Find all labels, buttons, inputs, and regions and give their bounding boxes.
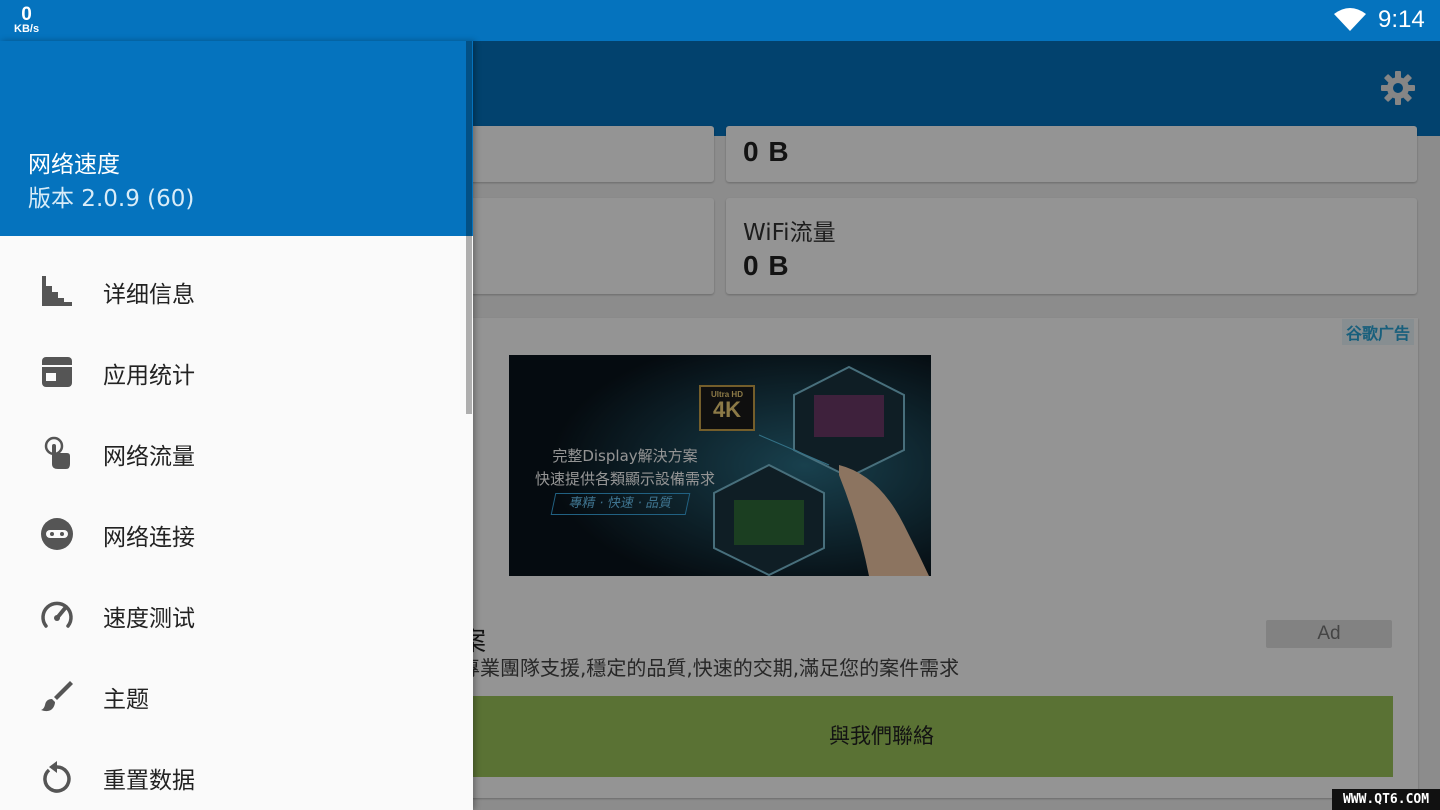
navigation-drawer: 网络速度 版本 2.0.9 (60) 详细信息 应用统计 网络流量 网络连接 速… [0,41,473,810]
menu-item-label: 重置数据 [103,768,195,794]
menu-item-label: 网络连接 [103,525,195,551]
menu-item-network-connections[interactable]: 网络连接 [0,494,466,575]
drawer-header: 网络速度 版本 2.0.9 (60) [0,41,473,236]
stairs-chart-icon [42,276,72,306]
network-speed-unit: KB/s [14,23,40,35]
menu-item-label: 应用统计 [103,363,195,389]
drawer-app-version: 版本 2.0.9 (60) [28,186,195,212]
menu-item-label: 速度测试 [103,606,195,632]
network-speed-indicator: 0 KB/s [14,5,39,35]
reset-icon [43,761,71,793]
menu-item-label: 主题 [103,687,149,713]
brush-icon [41,681,73,712]
network-speed-value: 0 [21,4,32,25]
wifi-icon [1334,8,1366,31]
status-time: 9:14 [1378,6,1425,33]
site-watermark: WWW.QT6.COM [1332,789,1440,810]
drawer-scrollbar[interactable] [466,41,472,414]
menu-item-details[interactable]: 详细信息 [0,251,466,332]
menu-item-network-traffic[interactable]: 网络流量 [0,413,466,494]
menu-item-app-stats[interactable]: 应用统计 [0,332,466,413]
menu-item-label: 详细信息 [103,282,195,308]
archive-box-icon [42,357,72,387]
status-bar: 0 KB/s 9:14 [0,0,1440,41]
incognito-icon [41,518,73,550]
menu-item-speed-test[interactable]: 速度测试 [0,575,466,656]
menu-item-reset-data[interactable]: 重置数据 [0,737,466,810]
menu-item-label: 网络流量 [103,444,195,470]
menu-item-theme[interactable]: 主题 [0,656,466,737]
drawer-app-title: 网络速度 [28,152,120,178]
speedometer-icon [41,601,73,628]
touch-hand-icon [44,436,70,469]
